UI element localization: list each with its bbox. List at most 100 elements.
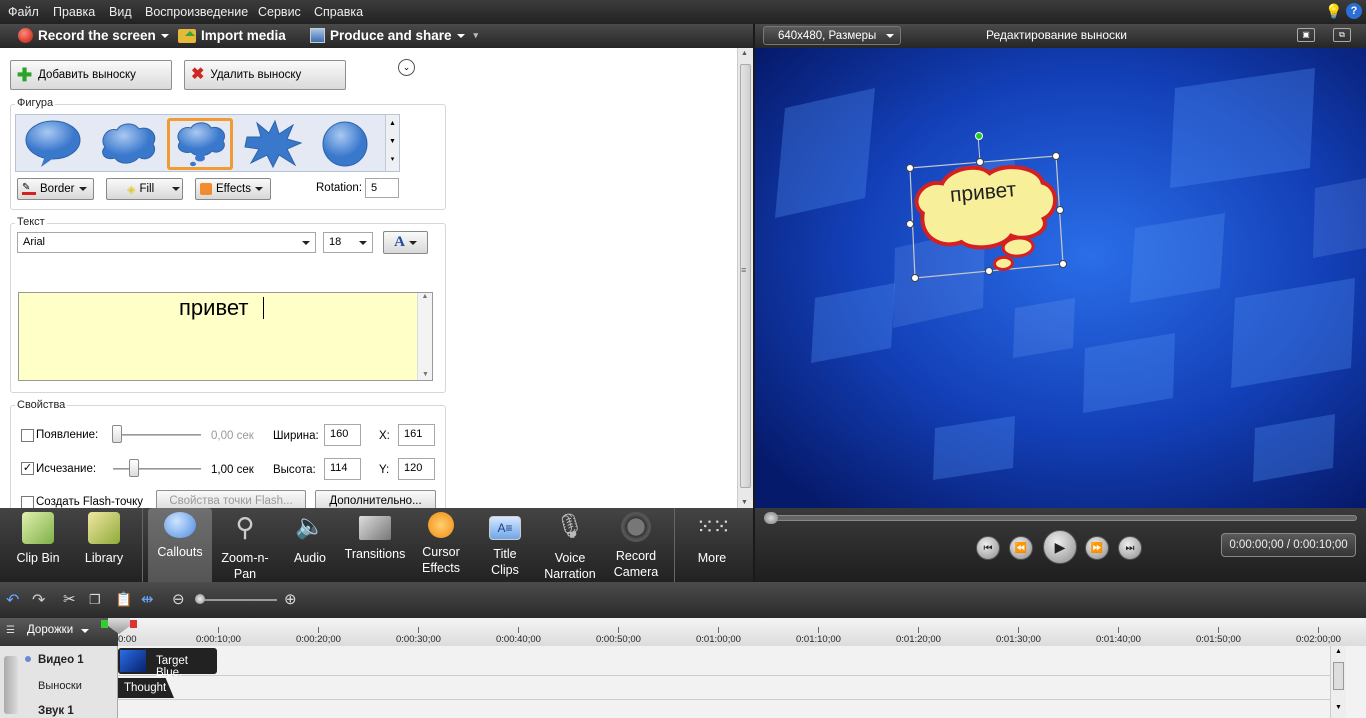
gallery-scrollbar[interactable]: ▲ ▼ ▾ <box>385 115 399 171</box>
menu-help[interactable]: Справка <box>314 5 363 19</box>
font-name-select[interactable]: Arial <box>17 232 316 253</box>
task-transitions[interactable]: Transitions <box>342 508 408 582</box>
scroll-down-icon[interactable]: ▼ <box>741 499 748 506</box>
track-dot-icon <box>25 656 31 662</box>
task-callouts-active[interactable]: Callouts <box>148 508 212 582</box>
task-record-camera[interactable]: Record Camera <box>604 508 668 582</box>
callout-clip[interactable]: Thought <box>118 678 174 698</box>
task-audio[interactable]: 🔈 Audio <box>280 508 340 582</box>
remove-callout-button[interactable]: ✖ Удалить выноску <box>184 60 346 90</box>
tracks-scrollbar[interactable]: ▲ ▼ <box>1330 646 1346 718</box>
import-media-button[interactable]: Import media <box>178 28 286 43</box>
text-area-scrollbar[interactable]: ▲ ▼ <box>417 293 432 380</box>
shape-thought-bubble-selected[interactable] <box>167 118 233 170</box>
zoom-slider-handle[interactable] <box>195 594 205 604</box>
fast-forward-icon[interactable]: ⏩ <box>1085 536 1109 560</box>
task-library[interactable]: Library <box>74 508 134 582</box>
menu-view[interactable]: Вид <box>109 5 132 19</box>
scroll-up-icon[interactable]: ▲ <box>741 50 748 57</box>
scroll-down-icon[interactable]: ▼ <box>1335 704 1342 711</box>
collapse-panel-icon[interactable]: ⌄ <box>398 59 415 76</box>
zoom-in-icon[interactable]: ⊕ <box>284 590 297 608</box>
cut-icon[interactable]: ✂ <box>63 590 76 608</box>
task-cursor-effects[interactable]: Cursor Effects <box>410 508 472 582</box>
playback-controls: ⏮ ⏪ ▶ ⏩ ⏭ 0:00:00;00 / 0:00:10;00 <box>755 508 1366 582</box>
timeline-tick-label: 0:00 <box>118 634 137 645</box>
tracks-dropdown[interactable]: Дорожки <box>27 624 73 636</box>
seek-bar[interactable] <box>767 515 1357 521</box>
panel-scroll-thumb[interactable] <box>740 64 751 488</box>
callout-text-area[interactable]: привет ▲ ▼ <box>18 292 433 381</box>
undo-icon[interactable]: ↶ <box>6 590 19 610</box>
menu-edit[interactable]: Правка <box>53 5 95 19</box>
timeline-tick-label: 0:01:20;00 <box>896 634 941 645</box>
tip-icon[interactable]: 💡 <box>1325 3 1342 20</box>
task-more[interactable]: ⁙⁙ More <box>680 508 744 582</box>
preview-size-dropdown[interactable]: 640x480, Размеры <box>763 26 901 45</box>
preview-canvas[interactable]: привет <box>755 48 1366 508</box>
seek-handle[interactable] <box>764 512 778 524</box>
chevron-down-icon <box>359 241 367 245</box>
zoom-slider-track <box>197 599 277 601</box>
record-screen-button[interactable]: Record the screen <box>18 28 169 43</box>
width-label: Ширина: <box>273 430 319 442</box>
rewind-icon[interactable]: ⏪ <box>1009 536 1033 560</box>
rotation-input[interactable]: 5 <box>365 178 399 198</box>
shape-group-label: Фигура <box>15 97 56 109</box>
track-lock-bar[interactable] <box>4 656 18 714</box>
preview-header: 640x480, Размеры Редактирование выноски … <box>755 24 1366 48</box>
menu-playback[interactable]: Воспроизведение <box>145 5 248 19</box>
scroll-up-icon[interactable]: ▲ <box>1335 648 1342 655</box>
border-dropdown[interactable]: ✎ Border <box>17 178 94 200</box>
y-input[interactable]: 120 <box>398 458 435 480</box>
height-input[interactable]: 114 <box>324 458 361 480</box>
shape-explosion[interactable] <box>240 118 306 170</box>
preview-callout-shape[interactable] <box>903 128 1083 288</box>
fill-dropdown[interactable]: ◈ Fill <box>106 178 183 200</box>
go-to-start-icon[interactable]: ⏮ <box>976 536 1000 560</box>
help-icon[interactable]: ? <box>1346 3 1362 19</box>
split-icon[interactable]: ⇹ <box>141 590 154 608</box>
play-icon[interactable]: ▶ <box>1043 530 1077 564</box>
flash-properties-button[interactable]: Свойства точки Flash... <box>156 490 306 508</box>
menu-tools[interactable]: Сервис <box>258 5 301 19</box>
shape-oval-bubble[interactable] <box>20 118 86 170</box>
library-icon <box>88 512 120 544</box>
selection-start-marker[interactable] <box>101 620 108 628</box>
preview-title: Редактирование выноски <box>986 28 1127 42</box>
flash-hotspot-checkbox[interactable] <box>21 496 34 508</box>
add-callout-button[interactable]: ✚ Добавить выноску <box>10 60 172 90</box>
shape-circle[interactable] <box>312 118 378 170</box>
detach-preview-icon[interactable]: ⧉ <box>1333 28 1351 42</box>
task-voice-narration[interactable]: 🎙 Voice Narration <box>538 508 602 582</box>
task-title-clips[interactable]: A≡ Title Clips <box>474 508 536 582</box>
copy-icon[interactable]: ❐ <box>89 592 101 608</box>
zoom-out-icon[interactable]: ⊖ <box>172 590 185 608</box>
effects-dropdown[interactable]: Effects <box>195 178 271 200</box>
video-clip[interactable]: Target Blue. <box>118 648 217 679</box>
x-input[interactable]: 161 <box>398 424 435 446</box>
font-size-select[interactable]: 18 <box>323 232 373 253</box>
redo-icon[interactable]: ↷ <box>32 590 45 610</box>
menu-file[interactable]: Файл <box>8 5 39 19</box>
fullscreen-icon[interactable]: ▣ <box>1297 28 1315 42</box>
task-zoom-n-pan[interactable]: ⚲ Zoom-n- Pan <box>214 508 276 582</box>
customize-icon[interactable]: ▾ <box>474 30 479 41</box>
fade-in-checkbox[interactable] <box>21 429 34 442</box>
task-clip-bin[interactable]: Clip Bin <box>6 508 70 582</box>
more-options-button[interactable]: Дополнительно... <box>315 490 436 508</box>
panel-scrollbar[interactable]: ▲ ≡ ▼ <box>737 48 753 508</box>
selection-end-marker[interactable] <box>130 620 137 628</box>
font-color-dropdown[interactable]: A <box>383 231 428 254</box>
fade-out-slider-handle[interactable] <box>129 459 139 477</box>
go-to-end-icon[interactable]: ⏭ <box>1118 536 1142 560</box>
fade-in-slider-handle[interactable] <box>112 425 122 443</box>
produce-share-button[interactable]: Produce and share ▾ <box>310 28 478 43</box>
fade-out-checkbox[interactable]: ✓ <box>21 462 34 475</box>
shape-cloud-bubble[interactable] <box>95 118 161 170</box>
speaker-icon: 🔈 <box>295 513 325 540</box>
width-input[interactable]: 160 <box>324 424 361 446</box>
timeline-ruler[interactable]: ☰ Дорожки 0:00 0:00:10;00 0:00:20;00 0:00:3… <box>0 618 1366 646</box>
paste-icon[interactable]: 📋 <box>115 591 132 608</box>
tracks-scroll-thumb[interactable] <box>1333 662 1344 690</box>
